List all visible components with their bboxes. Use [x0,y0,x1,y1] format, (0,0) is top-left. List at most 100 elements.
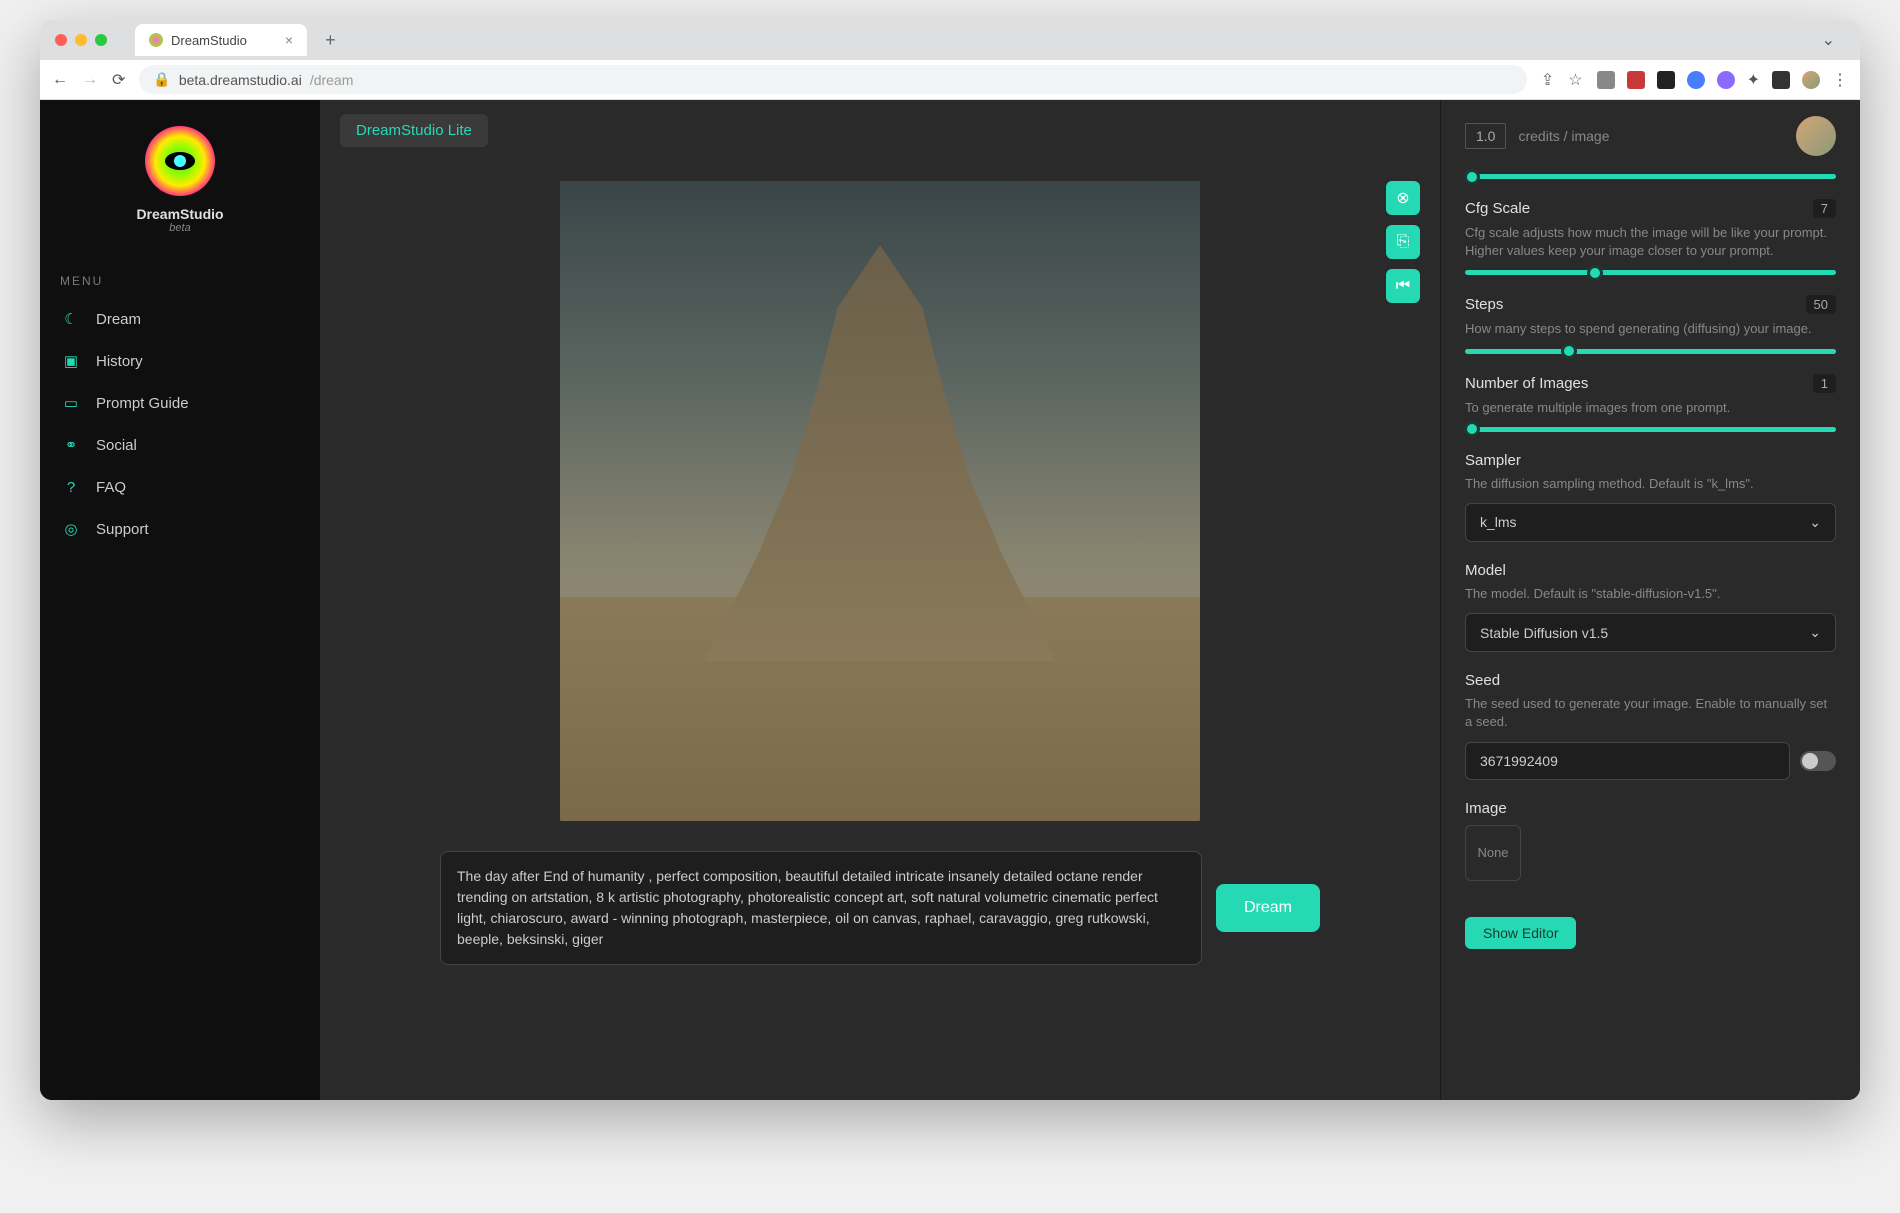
steps-setting: Steps 50 How many steps to spend generat… [1465,295,1836,353]
menu-icon[interactable]: ⋮ [1832,70,1848,90]
setting-label: Seed [1465,672,1500,689]
sidebar-item-history[interactable]: ▣ History [40,340,320,382]
copy-button[interactable]: ⎘ [1386,225,1420,259]
setting-value: 7 [1813,199,1836,218]
chat-icon: ▭ [60,392,82,414]
sidebar-item-faq[interactable]: ? FAQ [40,466,320,508]
extension-icon[interactable] [1717,71,1735,89]
steps-slider[interactable] [1465,349,1836,354]
prompt-input[interactable]: The day after End of humanity , perfect … [440,851,1202,965]
sampler-setting: Sampler The diffusion sampling method. D… [1465,452,1836,542]
seed-toggle[interactable] [1800,751,1836,771]
slider-thumb[interactable] [1464,169,1480,185]
extension-icon[interactable] [1627,71,1645,89]
lifebuoy-icon: ◎ [60,518,82,540]
setting-label: Image [1465,800,1507,817]
image-icon: ▣ [60,350,82,372]
users-icon: ⚭ [60,434,82,456]
setting-label: Sampler [1465,452,1521,469]
regenerate-button[interactable]: ⏮ [1386,269,1420,303]
titlebar: DreamStudio × + ⌄ [40,20,1860,60]
num-images-setting: Number of Images 1 To generate multiple … [1465,374,1836,432]
address-bar[interactable]: 🔒 beta.dreamstudio.ai/dream [139,65,1526,94]
model-select[interactable]: Stable Diffusion v1.5 ⌄ [1465,613,1836,652]
minimize-window-icon[interactable] [75,34,87,46]
credits-label: credits / image [1518,128,1609,144]
chevron-down-icon: ⌄ [1809,514,1821,531]
reload-button[interactable]: ⟳ [112,70,125,90]
sidebar-item-social[interactable]: ⚭ Social [40,424,320,466]
menu-label: FAQ [96,479,126,496]
cfg-slider[interactable] [1465,270,1836,275]
setting-label: Cfg Scale [1465,200,1530,217]
rewind-icon: ⏮ [1396,277,1410,295]
setting-desc: The model. Default is "stable-diffusion-… [1465,585,1836,603]
menu-label: Dream [96,311,141,328]
browser-window: DreamStudio × + ⌄ ← → ⟳ 🔒 beta.dreamstud… [40,20,1860,1100]
logo-area: DreamStudio beta « [40,116,320,254]
new-tab-button[interactable]: + [325,30,336,51]
close-tab-icon[interactable]: × [285,32,293,48]
generated-image[interactable] [560,181,1200,821]
sidebar-item-prompt-guide[interactable]: ▭ Prompt Guide [40,382,320,424]
slider-thumb[interactable] [1587,265,1603,281]
lock-icon: 🔒 [153,71,170,88]
slider-thumb[interactable] [1561,343,1577,359]
model-setting: Model The model. Default is "stable-diff… [1465,562,1836,652]
dreamstudio-logo-icon [145,126,215,196]
extensions-icon[interactable]: ✦ [1747,70,1760,90]
profile-avatar-icon[interactable] [1802,71,1820,89]
top-slider[interactable] [1465,174,1836,179]
settings-panel: 1.0 credits / image Cfg Scale 7 Cfg scal… [1440,100,1860,1100]
slider-thumb[interactable] [1464,421,1480,437]
tab-title: DreamStudio [171,33,247,48]
setting-label: Model [1465,562,1506,579]
sidebar-item-dream[interactable]: ☾ Dream [40,298,320,340]
lite-badge[interactable]: DreamStudio Lite [340,114,488,147]
extension-icons: ✦ ⋮ [1597,70,1848,90]
forward-button[interactable]: → [82,71,98,89]
extension-icon[interactable] [1657,71,1675,89]
sampler-select[interactable]: k_lms ⌄ [1465,503,1836,542]
question-icon: ? [60,476,82,498]
show-editor-button[interactable]: Show Editor [1465,917,1576,949]
extension-icon[interactable] [1687,71,1705,89]
beta-label: beta [60,222,300,234]
seed-setting: Seed The seed used to generate your imag… [1465,672,1836,779]
main-area: DreamStudio Lite ⊗ ⎘ ⏮ The day after End… [320,100,1440,1100]
image-setting: Image None [1465,800,1836,881]
setting-value: 50 [1806,295,1836,314]
setting-desc: Cfg scale adjusts how much the image wil… [1465,224,1836,260]
traffic-lights [55,34,107,46]
sidebar-item-support[interactable]: ◎ Support [40,508,320,550]
setting-desc: The seed used to generate your image. En… [1465,695,1836,731]
menu-header: MENU [40,264,320,298]
menu-label: Social [96,437,137,454]
setting-desc: To generate multiple images from one pro… [1465,399,1836,417]
user-avatar[interactable] [1796,116,1836,156]
delete-button[interactable]: ⊗ [1386,181,1420,215]
chevron-down-icon: ⌄ [1809,624,1821,641]
image-actions: ⊗ ⎘ ⏮ [1386,181,1420,303]
brand-name: DreamStudio [60,206,300,222]
browser-toolbar: ← → ⟳ 🔒 beta.dreamstudio.ai/dream ⇪ ☆ ✦ … [40,60,1860,100]
share-icon[interactable]: ⇪ [1541,70,1554,90]
menu-label: Support [96,521,149,538]
image-mountain [704,245,1056,661]
setting-desc: How many steps to spend generating (diff… [1465,320,1836,338]
maximize-window-icon[interactable] [95,34,107,46]
bookmark-icon[interactable]: ☆ [1568,70,1582,90]
browser-tab[interactable]: DreamStudio × [135,24,307,56]
num-images-slider[interactable] [1465,427,1836,432]
setting-label: Number of Images [1465,375,1588,392]
image-drop[interactable]: None [1465,825,1521,881]
close-circle-icon: ⊗ [1396,188,1409,208]
back-button[interactable]: ← [52,71,68,89]
seed-input[interactable]: 3671992409 [1465,742,1790,780]
close-window-icon[interactable] [55,34,67,46]
tabs-dropdown-icon[interactable]: ⌄ [1822,30,1835,50]
dream-button[interactable]: Dream [1216,884,1320,932]
main-topbar: DreamStudio Lite [320,100,1440,161]
extension-icon[interactable] [1772,71,1790,89]
extension-icon[interactable] [1597,71,1615,89]
